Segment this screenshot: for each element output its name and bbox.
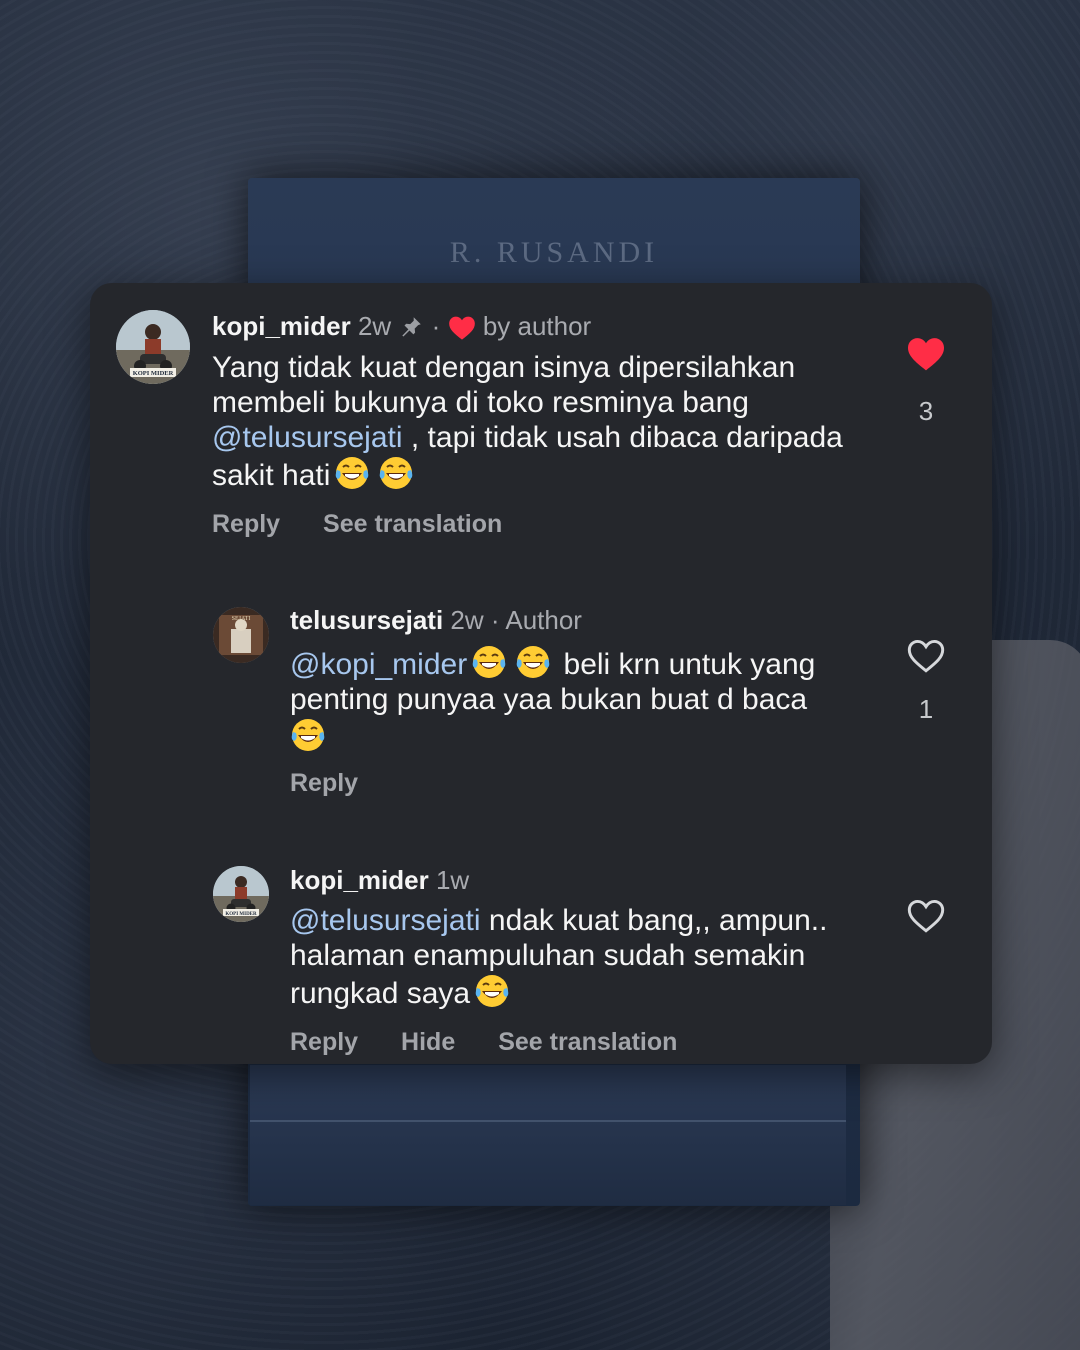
comment-text: Yang tidak kuat dengan isinya dipersilah… (212, 350, 852, 493)
tears-of-joy-emoji-icon (336, 457, 369, 489)
avatar-image: SEJATI (213, 607, 269, 663)
mention-link[interactable]: @telusursejati (290, 904, 481, 937)
username[interactable]: kopi_mider (290, 865, 429, 895)
avatar[interactable]: KOPI MIDER (116, 310, 190, 384)
reply-button[interactable]: Reply (290, 769, 358, 797)
avatar-label: SEJATI (232, 616, 251, 622)
author-badge: Author (505, 605, 582, 635)
username[interactable]: telusursejati (290, 605, 443, 635)
reply-button[interactable]: Reply (290, 1028, 358, 1056)
hide-button[interactable]: Hide (401, 1028, 455, 1056)
tears-of-joy-emoji-icon (472, 646, 506, 678)
timestamp: 2w (450, 605, 484, 635)
reply-button[interactable]: Reply (212, 510, 280, 538)
comment-actions: Reply See translation (212, 510, 538, 539)
like-button[interactable] (896, 336, 956, 377)
tears-of-joy-emoji-icon (291, 719, 325, 751)
comment-text: @telusursejati ndak kuat bang,, ampun.. … (290, 903, 870, 1011)
like-count: 1 (918, 694, 934, 724)
avatar-label: KOPI MIDER (133, 370, 174, 377)
tears-of-joy-emoji-icon (475, 975, 509, 1007)
comment-actions: Reply Hide See translation (290, 1028, 713, 1057)
comments-card: KOPI MIDER kopi_mider 2w · by author Yan… (90, 283, 992, 1064)
avatar-image: KOPI MIDER (116, 310, 190, 384)
username[interactable]: kopi_mider (212, 311, 351, 341)
heart-outline-icon (907, 899, 945, 933)
tears-of-joy-emoji-icon (380, 457, 413, 489)
mention-link[interactable]: @kopi_mider (290, 648, 467, 681)
heart-icon (448, 316, 475, 340)
avatar-image: KOPI MIDER (213, 866, 269, 922)
comment-meta: telusursejati 2w · Author (290, 605, 582, 636)
comment-actions: Reply (290, 769, 394, 798)
see-translation-button[interactable]: See translation (323, 510, 502, 538)
by-author-badge: by author (482, 311, 592, 341)
meta-separator: · (490, 605, 500, 635)
book-author-text: R. RUSANDI (449, 236, 659, 269)
avatar[interactable]: KOPI MIDER (213, 866, 269, 922)
meta-separator: · (431, 311, 441, 341)
avatar-label: KOPI MIDER (225, 912, 257, 917)
background-book-cover-bottom (250, 1065, 846, 1205)
background-book-horizon (250, 1120, 846, 1122)
like-button[interactable] (896, 638, 956, 679)
like-button[interactable] (896, 898, 956, 939)
timestamp: 1w (435, 865, 470, 895)
see-translation-button[interactable]: See translation (498, 1028, 677, 1056)
comment-meta: kopi_mider 1w (290, 865, 469, 896)
timestamp: 2w (357, 311, 392, 341)
like-count: 3 (918, 396, 934, 426)
heart-outline-icon (907, 639, 945, 673)
heart-filled-icon (908, 338, 944, 371)
pin-icon (402, 317, 422, 337)
mention-link[interactable]: @telusursejati (212, 421, 403, 454)
comment-text: @kopi_mider beli krn untuk yang penting … (290, 644, 860, 755)
comment-meta: kopi_mider 2w · by author (212, 311, 591, 342)
avatar[interactable]: SEJATI (213, 607, 269, 663)
tears-of-joy-emoji-icon (516, 646, 550, 678)
comment-text-part: Yang tidak kuat dengan isinya dipersilah… (212, 351, 796, 419)
